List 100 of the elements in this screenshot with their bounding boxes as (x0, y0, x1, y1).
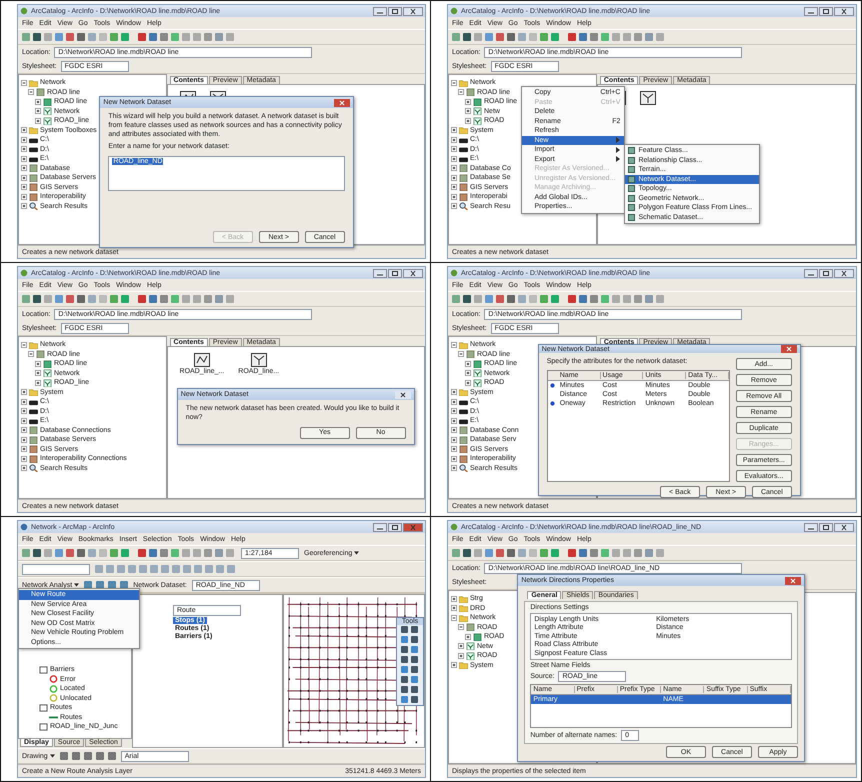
expander-icon[interactable] (465, 360, 471, 367)
expander-icon[interactable] (451, 596, 457, 602)
maximize-icon[interactable] (388, 268, 402, 278)
close-icon[interactable] (403, 268, 423, 278)
expander-icon[interactable] (465, 380, 471, 386)
maximize-icon[interactable] (819, 522, 833, 532)
expander-icon[interactable] (451, 465, 457, 472)
expander-icon[interactable] (458, 89, 464, 96)
expander-icon[interactable] (21, 342, 27, 348)
app-icon (450, 269, 458, 277)
expander-icon[interactable] (35, 360, 41, 367)
expander-icon[interactable] (28, 351, 34, 358)
expander-icon[interactable] (465, 118, 471, 124)
expander-icon[interactable] (21, 446, 27, 452)
expander-icon[interactable] (21, 456, 27, 462)
close-icon[interactable] (394, 390, 411, 398)
expander-icon[interactable] (465, 634, 471, 640)
expander-icon[interactable] (21, 174, 27, 181)
expander-icon[interactable] (21, 418, 27, 424)
expander-icon[interactable] (451, 80, 457, 86)
maximize-icon[interactable] (819, 6, 833, 16)
expander-icon[interactable] (465, 370, 471, 376)
dataset-icon (43, 116, 52, 125)
expander-icon[interactable] (451, 427, 457, 434)
minimize-icon[interactable] (373, 522, 387, 532)
dataset-icon (43, 107, 52, 116)
app-icon (20, 523, 28, 531)
expander-icon[interactable] (451, 203, 457, 210)
expander-icon[interactable] (451, 342, 457, 348)
expander-icon[interactable] (451, 436, 457, 443)
minimize-icon[interactable] (804, 268, 818, 278)
expander-icon[interactable] (451, 446, 457, 452)
expander-icon[interactable] (451, 614, 457, 621)
expander-icon[interactable] (451, 136, 457, 143)
expander-icon[interactable] (458, 652, 464, 659)
expander-icon[interactable] (465, 98, 471, 105)
expander-icon[interactable] (21, 127, 27, 134)
expander-icon[interactable] (21, 436, 27, 443)
expander-icon[interactable] (465, 108, 471, 114)
close-icon[interactable] (834, 268, 854, 278)
expander-icon[interactable] (451, 127, 457, 134)
expander-icon[interactable] (21, 146, 27, 152)
expander-icon[interactable] (451, 398, 457, 405)
close-icon[interactable] (834, 522, 854, 532)
expander-icon[interactable] (451, 184, 457, 190)
expander-icon[interactable] (21, 165, 27, 172)
expander-icon[interactable] (28, 89, 34, 96)
search-icon (459, 464, 468, 472)
expander-icon[interactable] (451, 146, 457, 152)
network-dataset-icon[interactable] (640, 91, 656, 105)
minimize-icon[interactable] (373, 6, 387, 16)
expander-icon[interactable] (451, 418, 457, 424)
expander-icon[interactable] (35, 98, 41, 105)
expander-icon[interactable] (458, 351, 464, 358)
expander-icon[interactable] (35, 108, 41, 114)
expander-icon[interactable] (458, 643, 464, 650)
expander-icon[interactable] (451, 408, 457, 414)
expander-icon[interactable] (35, 370, 41, 376)
close-icon[interactable] (403, 6, 423, 16)
expander-icon[interactable] (21, 398, 27, 405)
expander-icon[interactable] (21, 465, 27, 472)
close-icon[interactable] (334, 98, 350, 106)
expander-icon[interactable] (451, 605, 457, 612)
close-icon[interactable] (403, 522, 423, 532)
minimize-icon[interactable] (804, 6, 818, 16)
minimize-icon[interactable] (373, 268, 387, 278)
expander-icon[interactable] (21, 203, 27, 210)
expander-icon[interactable] (451, 194, 457, 200)
expander-icon[interactable] (451, 174, 457, 181)
folder-icon (459, 661, 468, 670)
expander-icon[interactable] (35, 380, 41, 386)
expander-icon[interactable] (21, 80, 27, 86)
maximize-icon[interactable] (388, 522, 402, 532)
close-icon[interactable] (834, 6, 854, 16)
expander-icon[interactable] (21, 184, 27, 190)
expander-icon[interactable] (21, 136, 27, 143)
maximize-icon[interactable] (819, 268, 833, 278)
expander-icon[interactable] (451, 389, 457, 396)
expander-icon[interactable] (35, 118, 41, 124)
expander-icon[interactable] (451, 456, 457, 462)
expander-icon[interactable] (451, 662, 457, 668)
minimize-icon[interactable] (804, 522, 818, 532)
maximize-icon[interactable] (388, 6, 402, 16)
folder-icon (29, 78, 38, 87)
expander-icon[interactable] (451, 165, 457, 172)
feature-class-icon[interactable] (194, 353, 210, 367)
expander-icon[interactable] (21, 389, 27, 396)
network-dataset-icon[interactable] (250, 353, 267, 367)
expander-icon[interactable] (21, 156, 27, 162)
expander-icon[interactable] (21, 427, 27, 434)
expander-icon[interactable] (451, 156, 457, 162)
close-icon[interactable] (784, 576, 801, 584)
expander-icon[interactable] (458, 624, 464, 630)
dataset-icon (43, 369, 52, 378)
search-icon (29, 202, 38, 210)
editor-field[interactable] (22, 564, 90, 574)
dataset-icon (473, 107, 482, 116)
expander-icon[interactable] (21, 408, 27, 414)
expander-icon[interactable] (21, 194, 27, 200)
close-icon[interactable] (780, 345, 797, 353)
